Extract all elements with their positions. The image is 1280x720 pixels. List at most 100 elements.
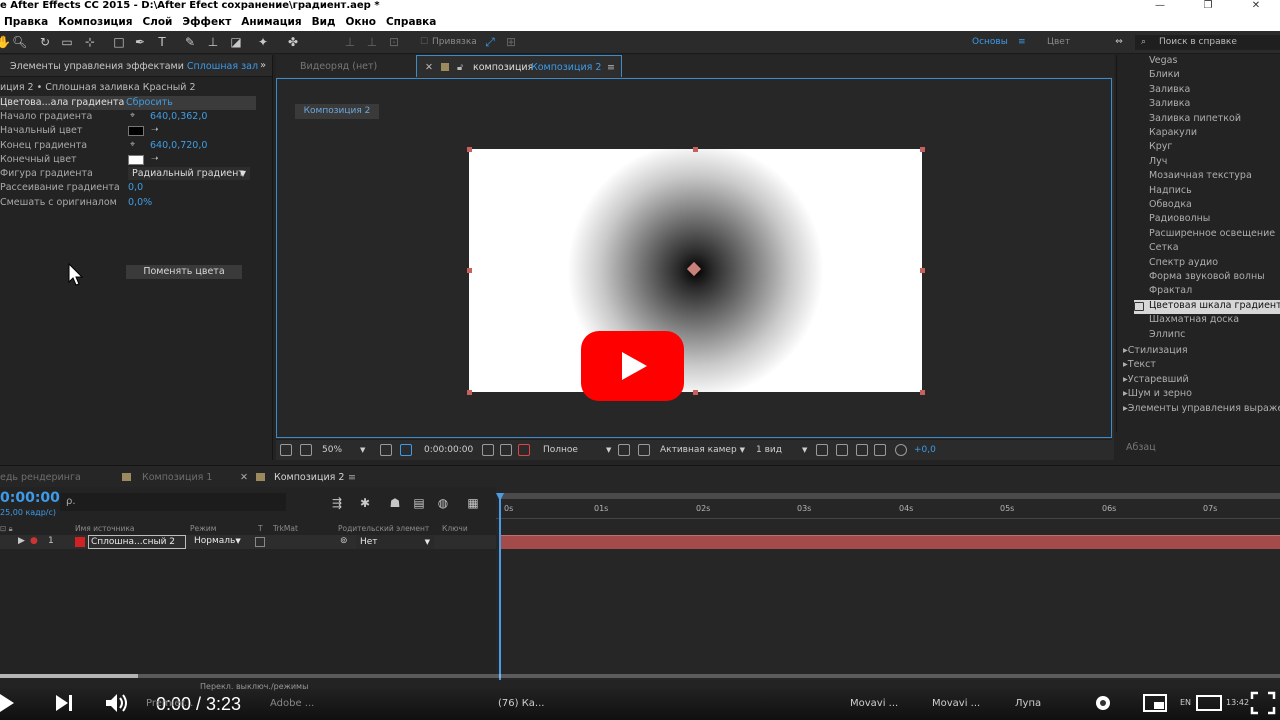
end-color-swatch[interactable] — [128, 155, 144, 165]
puppet-tool-icon[interactable]: ✤ — [286, 35, 300, 49]
preset-category[interactable]: ▸Текст — [1123, 359, 1156, 373]
current-time-indicator[interactable] — [499, 499, 501, 680]
preset-item[interactable]: Заливка — [1149, 98, 1280, 112]
maximize-button[interactable]: ❐ — [1184, 0, 1232, 14]
preset-category[interactable]: ▸Шум и зерно — [1123, 388, 1192, 402]
eyedropper-icon[interactable]: ➝ — [151, 125, 159, 135]
preset-item[interactable]: Каракули — [1149, 127, 1280, 141]
layer-row[interactable]: ▶ ● 1 Сплошна...сный 2 Нормаль▼ ⊚ Нет ▼ — [0, 535, 496, 549]
flowchart-icon[interactable] — [874, 444, 886, 456]
time-navigator[interactable] — [500, 493, 1280, 499]
start-point-value[interactable]: 640,0,362,0 — [150, 111, 207, 122]
preset-item[interactable]: Обводка — [1149, 199, 1280, 213]
preset-item[interactable]: Vegas — [1149, 55, 1280, 69]
volume-icon[interactable] — [104, 691, 130, 715]
clone-stamp-tool-icon[interactable]: ⊥ — [206, 35, 220, 49]
viewer-timecode[interactable]: 0:00:00:00 — [424, 445, 473, 455]
zoom-tool-icon[interactable]: 🔍︎ — [12, 35, 27, 49]
taskbar-app[interactable]: Movavi ... — [850, 698, 898, 709]
column-t[interactable]: T — [258, 524, 263, 533]
tab-render-queue[interactable]: едь рендеринга — [0, 472, 81, 483]
layer-name[interactable]: Сплошна...сный 2 — [88, 535, 186, 549]
views-dropdown[interactable]: 1 вид ▼ — [756, 445, 807, 455]
miniplayer-icon[interactable] — [1142, 691, 1168, 715]
swap-colors-button[interactable]: Поменять цвета — [126, 265, 242, 279]
preserve-transparency-checkbox[interactable] — [255, 537, 265, 547]
rectangle-tool-icon[interactable]: □ — [112, 35, 126, 49]
workspace-overflow-icon[interactable]: ⇔ — [1110, 35, 1128, 49]
column-keys[interactable]: Ключи — [442, 524, 468, 533]
parent-dropdown[interactable]: Нет ▼ — [356, 535, 434, 549]
blend-mode-dropdown[interactable]: Нормаль▼ — [194, 536, 241, 546]
tab-menu-icon[interactable]: ≡ — [607, 62, 615, 73]
transform-handle[interactable] — [467, 147, 472, 152]
hand-tool-icon[interactable]: ✋ — [0, 35, 11, 49]
toggle-pixel-icon[interactable] — [816, 444, 828, 456]
close-icon[interactable]: ✕ — [425, 62, 433, 73]
menu-animation[interactable]: Анимация — [237, 14, 307, 31]
exposure-value[interactable]: +0,0 — [914, 445, 936, 455]
column-mode[interactable]: Режим — [190, 524, 216, 533]
transparency-grid-icon[interactable] — [638, 444, 650, 456]
lock-icon[interactable]: 🔓︎ — [457, 62, 463, 73]
timeline-search-input[interactable]: ρ. — [60, 493, 286, 511]
preset-item[interactable]: Заливка — [1149, 84, 1280, 98]
transform-handle[interactable] — [920, 147, 925, 152]
layer-duration-bar[interactable] — [500, 535, 1280, 549]
pen-tool-icon[interactable]: ✒ — [133, 35, 147, 49]
resolution-dropdown[interactable]: Полное ▼ — [543, 445, 611, 455]
preset-category[interactable]: ▸Элементы управления выражениями — [1123, 403, 1280, 417]
label-icon[interactable]: ● — [30, 536, 38, 546]
eyedropper-icon[interactable]: ➝ — [151, 154, 159, 164]
show-channel-icon[interactable] — [500, 444, 512, 456]
preset-item[interactable]: Форма звуковой волны — [1149, 271, 1280, 285]
tab-footage[interactable]: Видеоряд (нет) — [300, 61, 377, 72]
preset-item[interactable]: Цветовая шкала градиента — [1134, 299, 1280, 314]
composition-viewer[interactable]: Композиция 2 — [276, 78, 1112, 438]
preset-item[interactable]: Расширенное освещение — [1149, 228, 1280, 242]
video-progress-bar[interactable] — [0, 674, 1280, 678]
axis-world-icon[interactable]: ⊥ — [365, 35, 379, 49]
camera-dropdown[interactable]: Активная камер ▼ — [660, 445, 745, 455]
tab-menu-icon[interactable]: ≡ — [348, 472, 356, 483]
taskbar-app[interactable]: Movavi ... — [932, 698, 980, 709]
brush-tool-icon[interactable]: ✎ — [183, 35, 197, 49]
youtube-play-icon[interactable] — [581, 331, 684, 401]
start-color-swatch[interactable] — [128, 126, 144, 136]
composition-canvas[interactable] — [467, 147, 925, 395]
menu-help[interactable]: Справка — [382, 14, 442, 31]
transform-handle[interactable] — [693, 147, 698, 152]
ramp-shape-dropdown[interactable]: Радиальный градиент ▼ — [128, 167, 250, 180]
draft-3d-icon[interactable]: ✱ — [358, 496, 372, 510]
transform-handle[interactable] — [467, 390, 472, 395]
menu-view[interactable]: Вид — [308, 14, 342, 31]
transform-handle[interactable] — [920, 268, 925, 273]
crosshair-icon[interactable]: ⌖ — [130, 140, 135, 150]
menu-layer[interactable]: Слой — [138, 14, 178, 31]
paragraph-panel-tab[interactable]: Абзац — [1116, 436, 1280, 460]
preset-item[interactable]: Эллипс — [1149, 329, 1280, 343]
tab-composition-1[interactable]: Композиция 1 — [142, 472, 212, 483]
transform-handle[interactable] — [920, 390, 925, 395]
transform-handle[interactable] — [467, 268, 472, 273]
panel-overflow-icon[interactable]: » — [260, 60, 266, 71]
effect-controls-tab[interactable]: Элементы управления эффектами Сплошная з… — [0, 55, 272, 77]
snap-checkbox[interactable]: ☐ — [417, 35, 431, 49]
tab-composition-2[interactable]: Композиция 2 — [274, 472, 344, 483]
blend-value[interactable]: 0,0% — [128, 197, 152, 208]
camera-snapshot-icon[interactable] — [482, 444, 494, 456]
column-parent[interactable]: Родительский элемент — [338, 524, 429, 533]
camera-tool-icon[interactable]: ▭ — [60, 35, 74, 49]
timeline-timecode[interactable]: 0:00:00 — [0, 490, 60, 506]
menu-composition[interactable]: Композиция — [54, 14, 138, 31]
time-ruler[interactable]: 0s 01s 02s 03s 04s 05s 06s 07s — [496, 501, 1280, 519]
fit-icon[interactable] — [380, 444, 392, 456]
minimize-button[interactable]: — — [1136, 0, 1184, 14]
pickwhip-icon[interactable]: ⊚ — [340, 536, 348, 546]
expand-triangle-icon[interactable]: ▶ — [18, 536, 25, 546]
graph-editor-icon[interactable]: ▦ — [466, 496, 480, 510]
workspace-menu-icon[interactable]: ≡ — [1018, 37, 1026, 47]
theater-mode-icon[interactable] — [1196, 691, 1222, 715]
composition-subtab[interactable]: Композиция 2 — [295, 104, 379, 119]
reset-link[interactable]: Сбросить — [126, 97, 173, 108]
